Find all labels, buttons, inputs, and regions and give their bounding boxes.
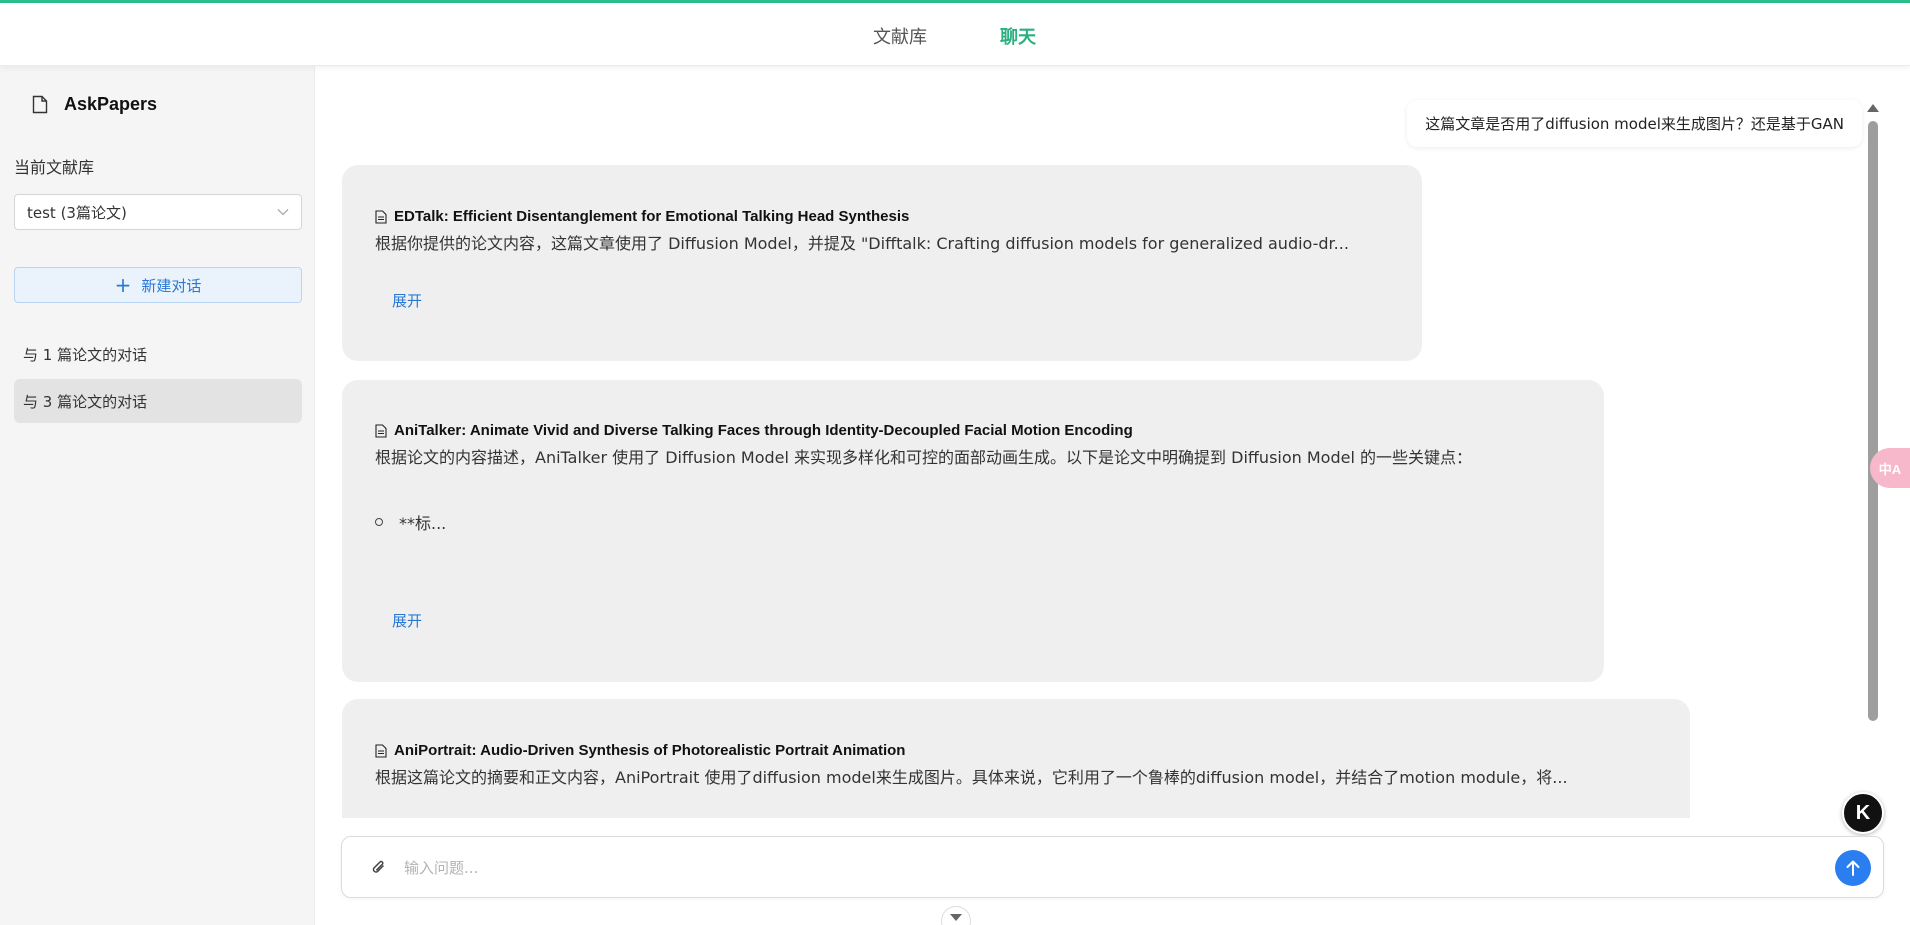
answer-text: 根据论文的内容描述，AniTalker 使用了 Diffusion Model … (375, 448, 1472, 467)
conversation-item-active[interactable]: 与 3 篇论文的对话 (14, 379, 302, 423)
answer-title: AniPortrait: Audio-Driven Synthesis of P… (375, 742, 905, 759)
document-icon (32, 95, 48, 114)
tab-chat[interactable]: 聊天 (1000, 23, 1036, 49)
plus-icon: + (114, 273, 132, 297)
paperclip-icon[interactable] (370, 857, 388, 877)
scroll-up-arrow-icon[interactable] (1867, 104, 1879, 112)
new-chat-button[interactable]: + 新建对话 (14, 267, 302, 303)
answer-text: 根据这篇论文的摘要和正文内容，AniPortrait 使用了diffusion … (375, 768, 1568, 787)
tab-library[interactable]: 文献库 (873, 23, 927, 49)
translate-button[interactable]: 中A (1870, 448, 1910, 488)
brand: AskPapers (32, 94, 157, 115)
answer-card: EDTalk: Efficient Disentanglement for Em… (342, 165, 1422, 361)
app-window: 文献库 聊天 AskPapers 当前文献库 test (3篇论文) + 新建对… (0, 0, 1910, 925)
file-icon (375, 743, 387, 758)
chevron-down-icon (277, 209, 289, 216)
user-message-text: 这篇文章是否用了diffusion model来生成图片？还是基于GAN (1425, 115, 1844, 133)
conversation-label: 与 1 篇论文的对话 (23, 345, 148, 364)
send-button[interactable] (1835, 850, 1871, 886)
arrow-up-icon (1846, 860, 1860, 876)
conversation-item[interactable]: 与 1 篇论文的对话 (14, 332, 302, 376)
expand-link[interactable]: 展开 (392, 610, 422, 631)
conversation-label: 与 3 篇论文的对话 (23, 392, 148, 411)
assistant-k-button[interactable]: K (1842, 792, 1884, 834)
answer-title-text: AniPortrait: Audio-Driven Synthesis of P… (394, 742, 906, 759)
bullet-text: **标... (399, 514, 447, 533)
translate-icon: 中A (1878, 461, 1902, 477)
app-name: AskPapers (64, 94, 158, 114)
file-icon (375, 423, 387, 438)
question-input-bar (341, 836, 1884, 898)
sidebar: AskPapers 当前文献库 test (3篇论文) + 新建对话 与 1 篇… (0, 66, 315, 925)
answer-title-text: EDTalk: Efficient Disentanglement for Em… (394, 208, 910, 225)
answer-bullet: **标... (375, 510, 446, 534)
expand-link[interactable]: 展开 (392, 290, 422, 311)
answer-card: AniTalker: Animate Vivid and Diverse Tal… (342, 380, 1604, 682)
scrollbar-thumb[interactable] (1868, 121, 1878, 721)
library-select[interactable]: test (3篇论文) (14, 194, 302, 230)
k-logo-icon: K (1855, 801, 1871, 824)
top-nav: 文献库 聊天 (0, 3, 1910, 66)
bullet-circle-icon (375, 518, 383, 526)
answer-title: AniTalker: Animate Vivid and Diverse Tal… (375, 422, 1133, 439)
file-icon (375, 209, 387, 224)
user-message: 这篇文章是否用了diffusion model来生成图片？还是基于GAN (1407, 100, 1862, 147)
library-select-value: test (3篇论文) (27, 203, 127, 222)
answer-card: AniPortrait: Audio-Driven Synthesis of P… (342, 699, 1690, 818)
answer-title: EDTalk: Efficient Disentanglement for Em… (375, 208, 909, 225)
answer-text: 根据你提供的论文内容，这篇文章使用了 Diffusion Model，并提及 "… (375, 234, 1349, 253)
question-input[interactable] (404, 851, 1794, 885)
new-chat-label: 新建对话 (141, 276, 202, 295)
chevron-down-icon (950, 914, 962, 921)
answer-title-text: AniTalker: Animate Vivid and Diverse Tal… (394, 422, 1133, 439)
library-label: 当前文献库 (14, 158, 95, 177)
scroll-to-bottom-button[interactable] (941, 906, 971, 925)
chat-area: 这篇文章是否用了diffusion model来生成图片？还是基于GAN EDT… (316, 66, 1910, 818)
